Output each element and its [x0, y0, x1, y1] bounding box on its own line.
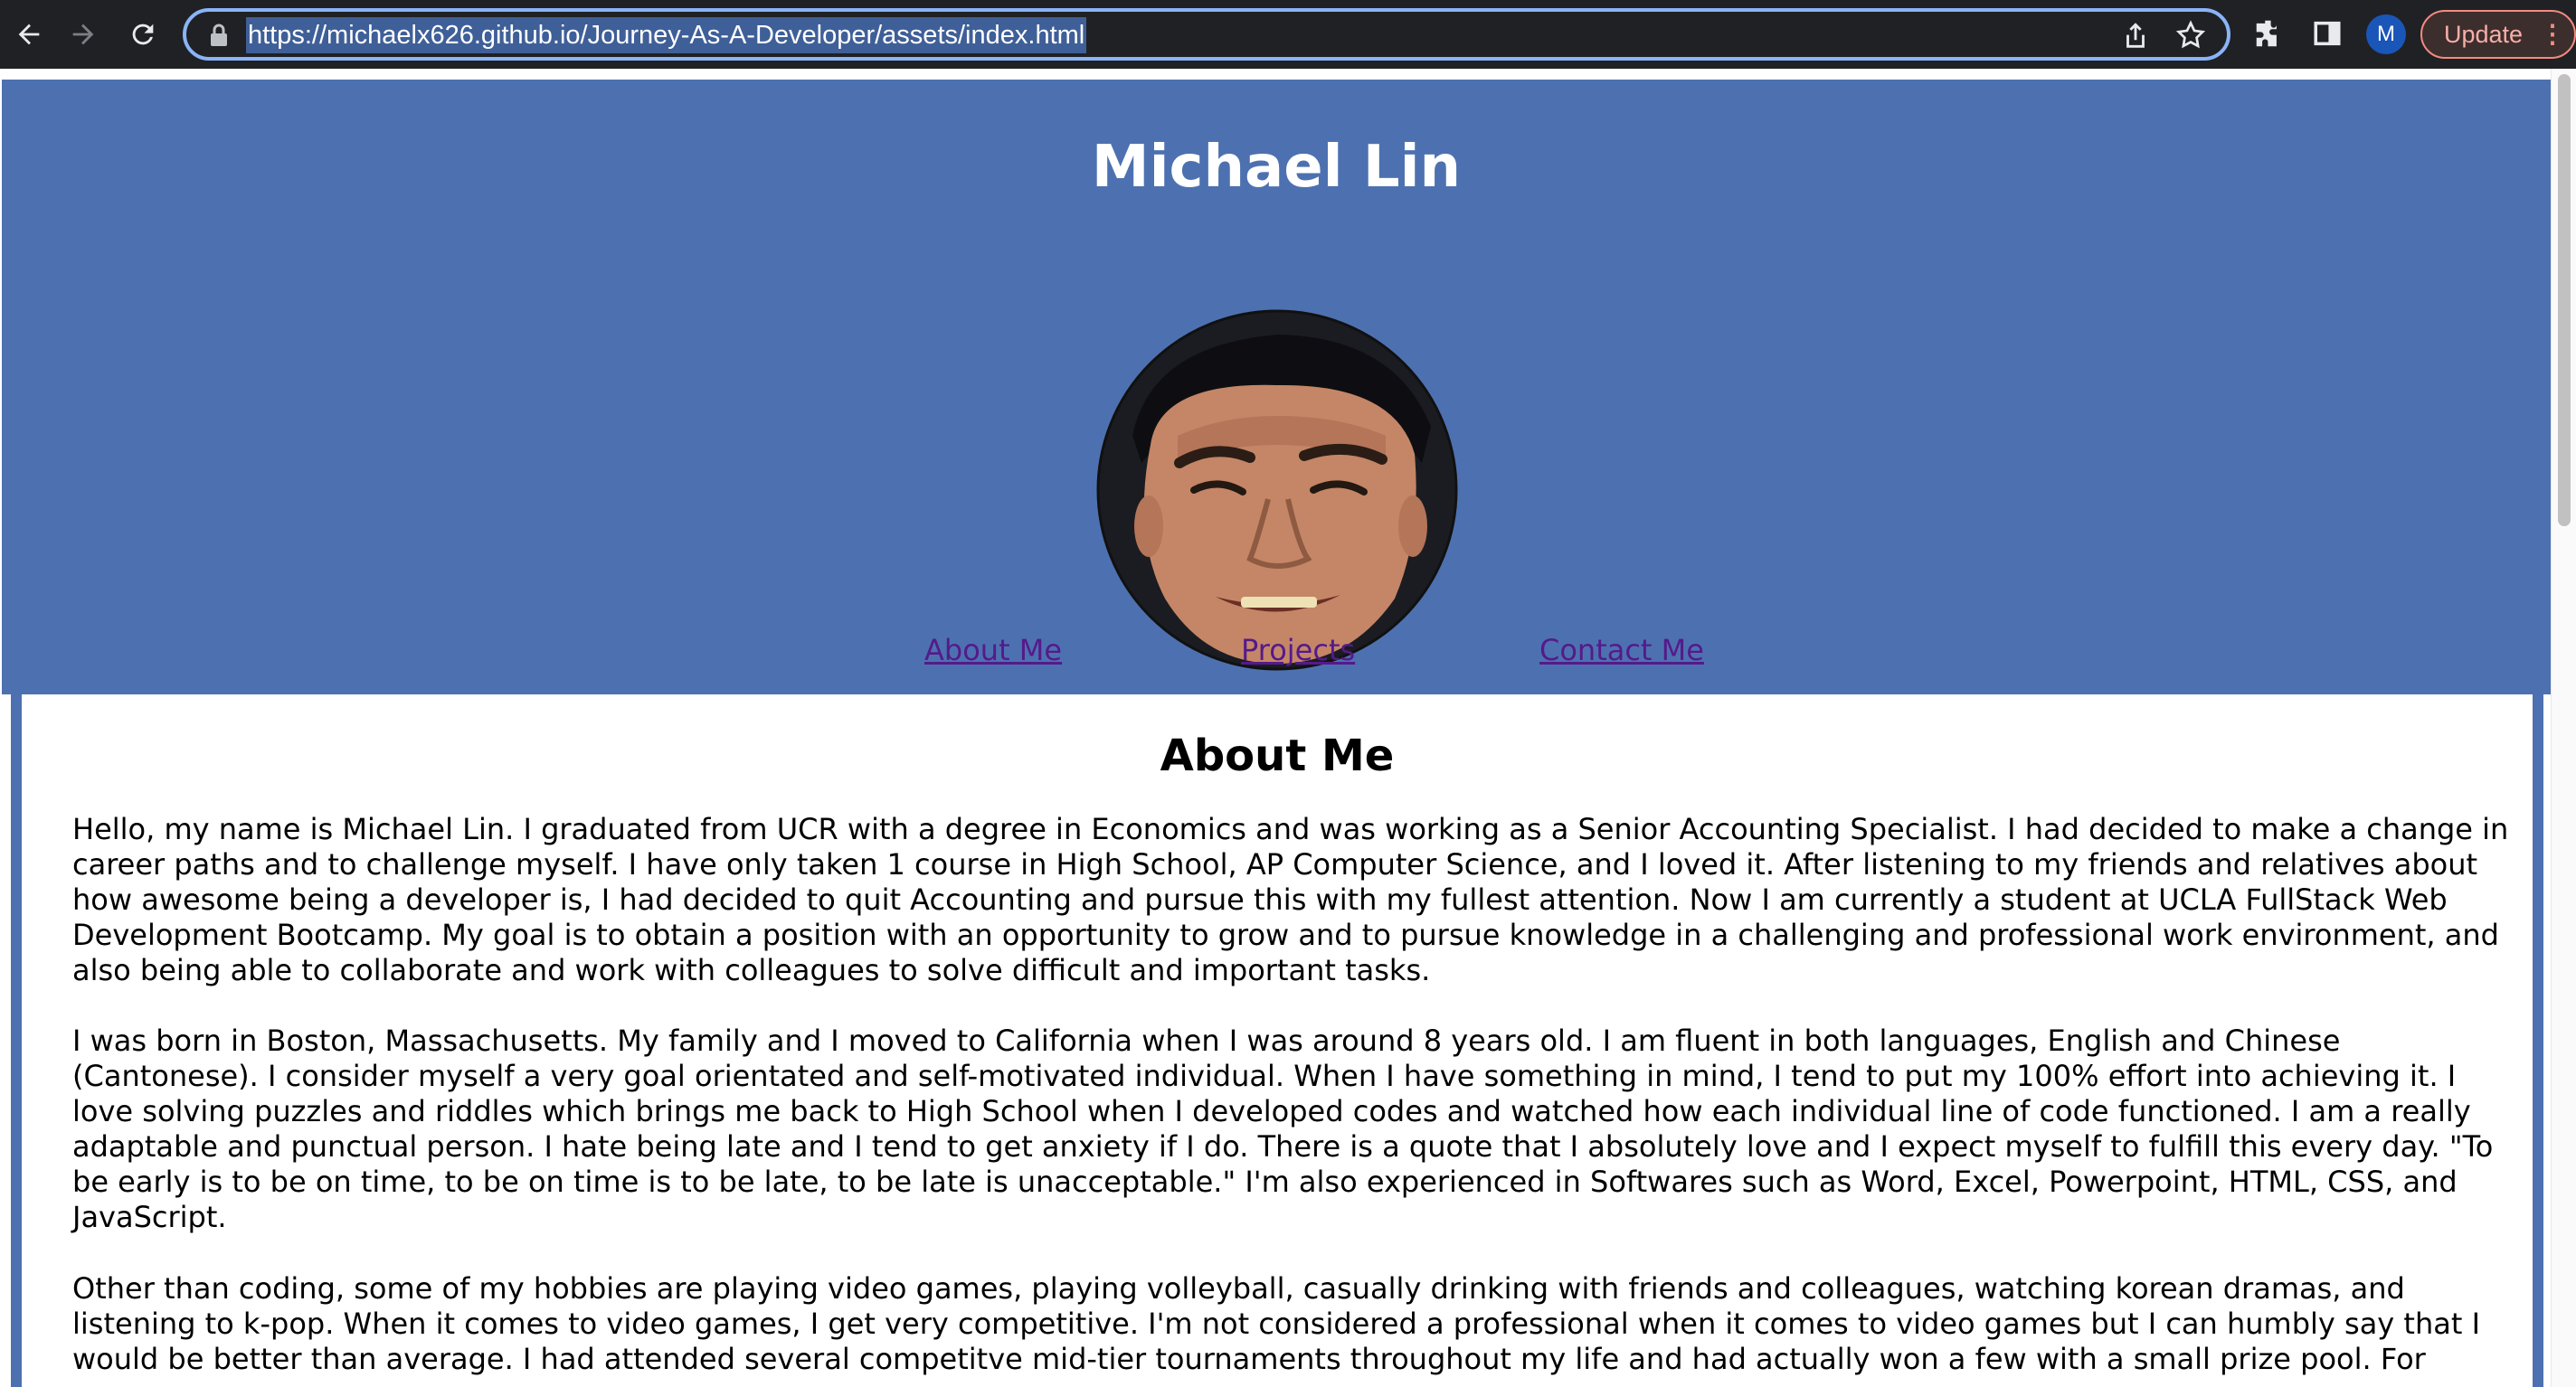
url-text[interactable]: https://michaelx626.github.io/Journey-As…: [246, 17, 1087, 53]
about-paragraph: Hello, my name is Michael Lin. I graduat…: [72, 812, 2509, 987]
update-button[interactable]: Update ⋮: [2420, 10, 2576, 59]
site-title: Michael Lin: [1091, 134, 1462, 201]
header-nav: About Me Projects Contact Me: [2, 633, 2551, 678]
page-viewport: Michael Lin About Me Projects Contact Me…: [0, 69, 2576, 1387]
reload-icon[interactable]: [121, 13, 165, 56]
nav-link-about-me[interactable]: About Me: [924, 633, 1062, 667]
forward-arrow-icon[interactable]: [62, 13, 105, 56]
about-paragraph: I was born in Boston, Massachusetts. My …: [72, 1024, 2494, 1234]
menu-dots-icon[interactable]: ⋮: [2540, 19, 2565, 50]
address-bar[interactable]: https://michaelx626.github.io/Journey-As…: [183, 8, 2230, 61]
nav-link-contact-me[interactable]: Contact Me: [1539, 633, 1704, 667]
lock-icon[interactable]: [208, 23, 230, 48]
browser-toolbar: https://michaelx626.github.io/Journey-As…: [0, 0, 2576, 69]
back-arrow-icon[interactable]: [7, 13, 51, 56]
bookmark-star-icon[interactable]: [2174, 19, 2207, 52]
about-paragraph: Other than coding, some of my hobbies ar…: [72, 1271, 2480, 1376]
profile-photo: [1096, 309, 1458, 671]
profile-avatar[interactable]: M: [2366, 14, 2406, 54]
scrollbar-thumb[interactable]: [2558, 74, 2571, 526]
page-scrollbar[interactable]: [2551, 69, 2576, 1387]
share-icon[interactable]: [2120, 21, 2151, 52]
site-header: Michael Lin About Me Projects Contact Me: [2, 80, 2551, 694]
nav-link-projects[interactable]: Projects: [1241, 633, 1355, 667]
side-panel-icon[interactable]: [2312, 18, 2343, 49]
update-label: Update: [2444, 20, 2524, 48]
about-me-section: About Me Hello, my name is Michael Lin. …: [11, 694, 2543, 1387]
section-heading: About Me: [1160, 731, 1395, 781]
extensions-puzzle-icon[interactable]: [2252, 16, 2287, 51]
